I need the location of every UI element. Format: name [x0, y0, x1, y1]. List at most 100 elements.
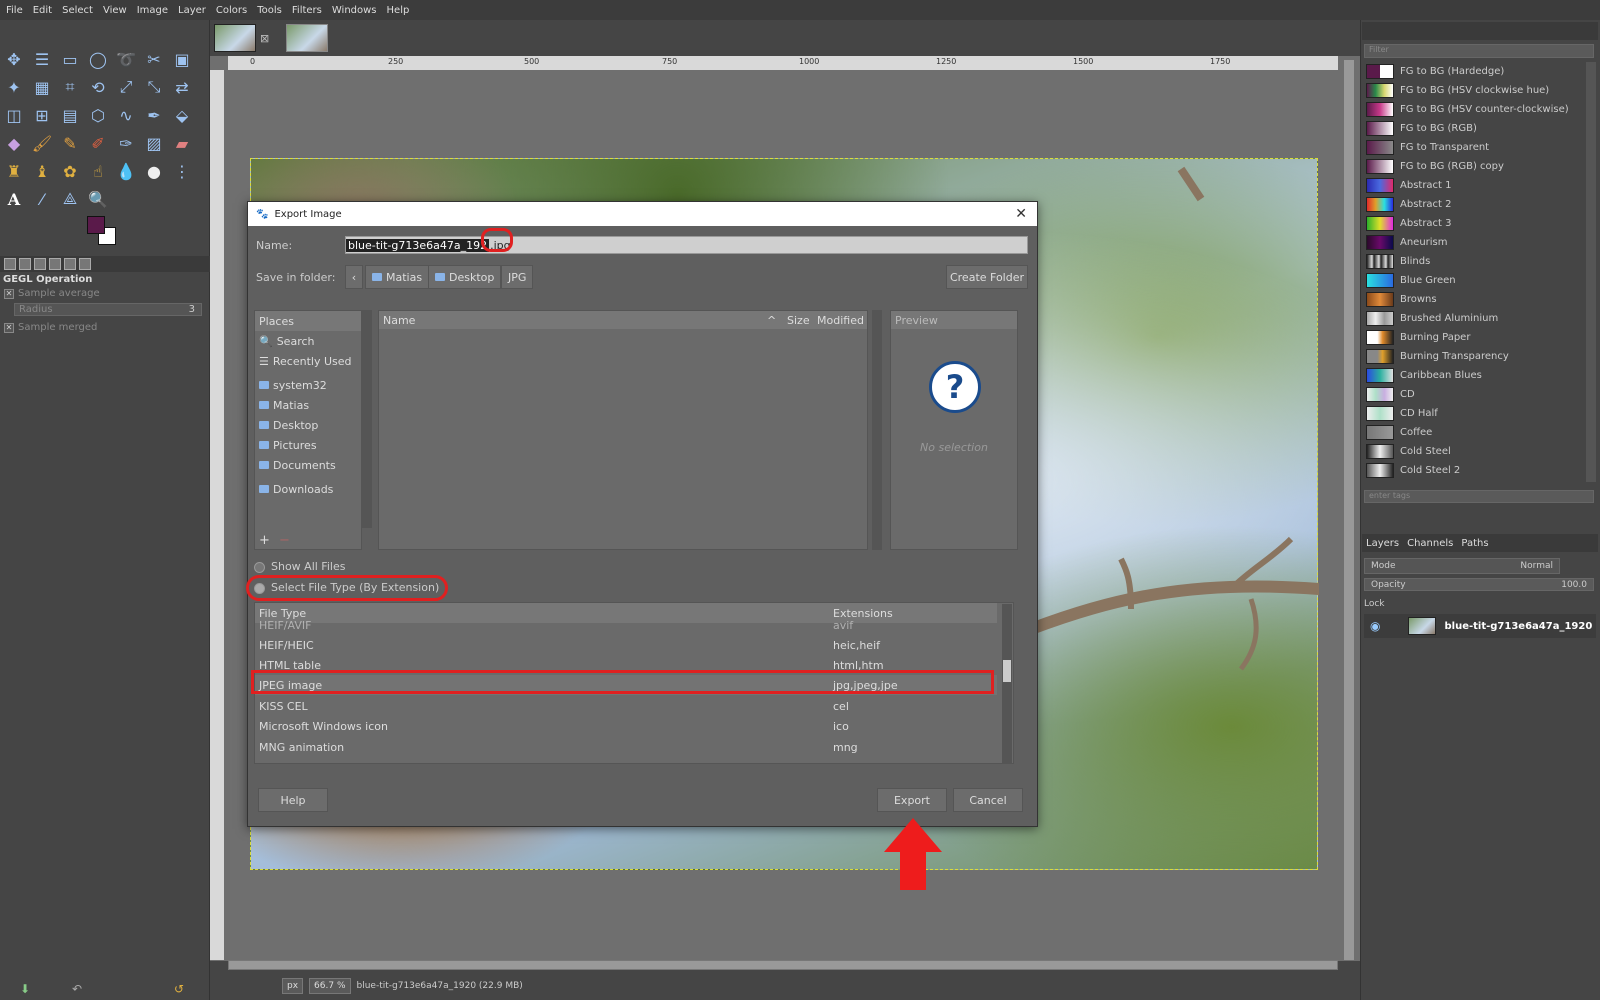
text-on-path-icon[interactable]: ⬙	[171, 104, 193, 126]
layer-row[interactable]: ◉ blue-tit-g713e6a47a_1920	[1364, 614, 1596, 638]
horizontal-scrollbar[interactable]	[228, 960, 1338, 970]
place-system32[interactable]: system32	[255, 375, 361, 395]
clone-icon[interactable]: ♜	[3, 160, 25, 182]
place-downloads[interactable]: Downloads	[255, 479, 361, 499]
save-options-icon[interactable]: ⬇	[20, 982, 30, 996]
gradient-item[interactable]: Abstract 2	[1362, 195, 1582, 214]
lasso-icon[interactable]: ➰	[115, 48, 137, 70]
menu-view[interactable]: View	[103, 5, 127, 16]
image-tab-thumbnail-2[interactable]	[286, 24, 328, 52]
menu-help[interactable]: Help	[387, 5, 410, 16]
gradient-item[interactable]: Brushed Aluminium	[1362, 309, 1582, 328]
radius-spinner[interactable]: Radius 3	[14, 303, 202, 316]
align-tool-icon[interactable]: ☰	[31, 48, 53, 70]
move-tool-icon[interactable]: ✥	[3, 48, 25, 70]
place-matias[interactable]: Matias	[255, 395, 361, 415]
menu-filters[interactable]: Filters	[292, 5, 322, 16]
layer-mode-select[interactable]: Mode Normal	[1364, 558, 1560, 574]
gradient-item[interactable]: Browns	[1362, 290, 1582, 309]
airbrush-icon[interactable]: ✐	[87, 132, 109, 154]
paths-icon[interactable]: ✒	[143, 104, 165, 126]
tab-undo-history[interactable]	[34, 258, 46, 270]
tab-paths[interactable]: Paths	[1461, 538, 1488, 549]
zoom-select[interactable]: 66.7 %	[309, 978, 351, 994]
sample-average-checkbox[interactable]: ✕	[4, 288, 14, 299]
gradient-item[interactable]: FG to BG (Hardedge)	[1362, 62, 1582, 81]
gradient-item[interactable]: Burning Transparency	[1362, 347, 1582, 366]
unit-select[interactable]: px	[282, 978, 304, 994]
place-search[interactable]: 🔍 Search	[255, 331, 361, 351]
column-name[interactable]: Name	[383, 314, 415, 327]
scissors-icon[interactable]: ✂	[143, 48, 165, 70]
gradient-scrollbar[interactable]	[1586, 62, 1596, 482]
heal-icon[interactable]: ♝	[31, 160, 53, 182]
tab-device-status[interactable]	[19, 258, 31, 270]
tab-layers[interactable]: Layers	[1366, 538, 1399, 549]
menu-colors[interactable]: Colors	[216, 5, 247, 16]
gradient-item[interactable]: Coffee	[1362, 423, 1582, 442]
tab-brushes[interactable]	[64, 258, 76, 270]
export-button[interactable]: Export	[877, 788, 947, 812]
tab-images[interactable]	[49, 258, 61, 270]
gradient-item[interactable]: FG to BG (RGB)	[1362, 119, 1582, 138]
gradient-item[interactable]: Abstract 1	[1362, 176, 1582, 195]
blur-icon[interactable]: 💧	[115, 160, 137, 182]
gradient-item[interactable]: FG to BG (RGB) copy	[1362, 157, 1582, 176]
table-row[interactable]: KISS CEL cel	[255, 696, 997, 716]
gradient-item[interactable]: FG to BG (HSV clockwise hue)	[1362, 81, 1582, 100]
file-type-scrollbar[interactable]	[1002, 604, 1012, 764]
gradient-item[interactable]: Aneurism	[1362, 233, 1582, 252]
close-icon[interactable]: ✕	[1015, 206, 1027, 222]
menu-file[interactable]: File	[6, 5, 23, 16]
help-button[interactable]: Help	[258, 788, 328, 812]
gradient-item[interactable]: Cold Steel 2	[1362, 461, 1582, 480]
perspective-icon[interactable]: ▤	[59, 104, 81, 126]
color-select-icon[interactable]: ▦	[31, 76, 53, 98]
gradient-tags-input[interactable]: enter tags	[1364, 490, 1594, 503]
cancel-button[interactable]: Cancel	[953, 788, 1023, 812]
column-modified[interactable]: Modified	[817, 314, 864, 327]
close-tab-icon[interactable]: ⊠	[260, 32, 269, 45]
measure-icon[interactable]: ⟁	[59, 188, 81, 210]
menu-windows[interactable]: Windows	[332, 5, 377, 16]
image-tab-thumbnail-1[interactable]	[214, 24, 256, 52]
table-row[interactable]: HEIF/HEIC heic,heif	[255, 635, 997, 655]
menu-tools[interactable]: Tools	[257, 5, 282, 16]
gradient-item[interactable]: FG to Transparent	[1362, 138, 1582, 157]
sample-merged-option[interactable]: ✕ Sample merged	[4, 322, 97, 333]
menu-select[interactable]: Select	[62, 5, 93, 16]
sample-merged-checkbox[interactable]: ✕	[4, 322, 14, 333]
gradient-item[interactable]: Blinds	[1362, 252, 1582, 271]
crop-icon[interactable]: ⌗	[59, 76, 81, 98]
rotate-icon[interactable]: ⟲	[87, 76, 109, 98]
foreground-select-icon[interactable]: ▣	[171, 48, 193, 70]
color-picker-icon[interactable]: ⁄	[31, 188, 53, 210]
eraser-icon[interactable]: ▰	[171, 132, 193, 154]
crumb-jpg[interactable]: JPG	[501, 265, 534, 289]
reset-options-icon[interactable]: ↺	[174, 982, 184, 996]
places-scrollbar[interactable]	[362, 310, 372, 528]
file-name-input[interactable]: blue-tit-g713e6a47a_192 .jpg	[345, 236, 1028, 254]
gradient-item[interactable]: Blue Green	[1362, 271, 1582, 290]
vertical-scrollbar[interactable]	[1344, 60, 1354, 960]
sort-ascending-icon[interactable]: ^	[767, 314, 776, 327]
place-documents[interactable]: Documents	[255, 455, 361, 475]
gradient-item[interactable]: Caribbean Blues	[1362, 366, 1582, 385]
menu-layer[interactable]: Layer	[178, 5, 206, 16]
warp-transform-icon[interactable]: ∿	[115, 104, 137, 126]
gradient-item[interactable]: CD	[1362, 385, 1582, 404]
text-tool-icon[interactable]: A	[3, 188, 25, 210]
tab-patterns[interactable]	[79, 258, 91, 270]
place-recently-used[interactable]: ☰ Recently Used	[255, 351, 361, 371]
place-desktop[interactable]: Desktop	[255, 415, 361, 435]
remove-place-icon[interactable]: −	[279, 533, 290, 548]
table-row[interactable]: Microsoft Windows icon ico	[255, 716, 997, 736]
restore-options-icon[interactable]: ↶	[72, 982, 82, 996]
gradient-item[interactable]: Burning Paper	[1362, 328, 1582, 347]
bucket-fill-icon[interactable]: ◆	[3, 132, 25, 154]
scroll-thumb[interactable]	[1003, 660, 1011, 682]
perspective-clone-icon[interactable]: ✿	[59, 160, 81, 182]
crumb-matias[interactable]: Matias	[365, 265, 430, 289]
back-arrow-icon[interactable]: ‹	[345, 265, 363, 289]
crumb-desktop[interactable]: Desktop	[428, 265, 502, 289]
